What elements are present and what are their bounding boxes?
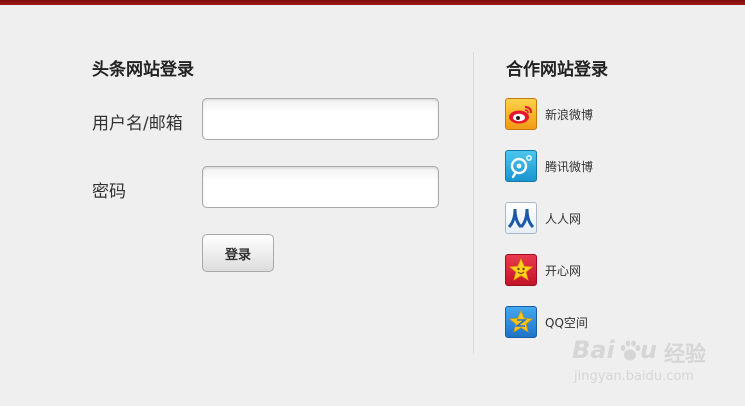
partner-item-sina-weibo[interactable]: 新浪微博 <box>505 98 593 130</box>
panel-divider <box>473 52 474 354</box>
partner-label-renren: 人人网 <box>545 211 582 226</box>
password-label: 密码 <box>92 182 126 202</box>
partner-label-kaixin: 开心网 <box>545 263 582 278</box>
login-button[interactable]: 登录 <box>202 234 274 272</box>
baidu-jingyan-watermark: Bai u 经验 jingyan.baidu.com <box>572 336 742 392</box>
login-panel-title: 头条网站登录 <box>92 60 194 80</box>
username-input[interactable] <box>202 98 439 140</box>
partner-label-tencent-weibo: 腾讯微博 <box>545 159 594 174</box>
watermark-brand-latin-a: Bai <box>572 336 615 364</box>
partner-item-qzone[interactable]: QQ空间 <box>505 306 588 338</box>
kaixin-icon <box>505 254 537 286</box>
partner-item-tencent-weibo[interactable]: 腾讯微博 <box>505 150 593 182</box>
partner-label-qzone: QQ空间 <box>545 315 588 330</box>
sina-weibo-icon <box>505 98 537 130</box>
qzone-icon <box>505 306 537 338</box>
watermark-url: jingyan.baidu.com <box>574 369 694 384</box>
password-input[interactable] <box>202 166 439 208</box>
watermark-brand-latin-b: u <box>640 336 658 364</box>
username-label: 用户名/邮箱 <box>92 114 183 134</box>
partner-panel-title: 合作网站登录 <box>506 60 608 80</box>
tencent-weibo-icon <box>505 150 537 182</box>
partner-item-renren[interactable]: 人人网 <box>505 202 581 234</box>
renren-icon <box>505 202 537 234</box>
partner-label-sina-weibo: 新浪微博 <box>545 107 594 122</box>
watermark-brand-cn: 经验 <box>664 342 706 366</box>
baidu-paw-icon <box>619 339 641 367</box>
top-accent-bar <box>0 0 745 5</box>
partner-item-kaixin[interactable]: 开心网 <box>505 254 581 286</box>
